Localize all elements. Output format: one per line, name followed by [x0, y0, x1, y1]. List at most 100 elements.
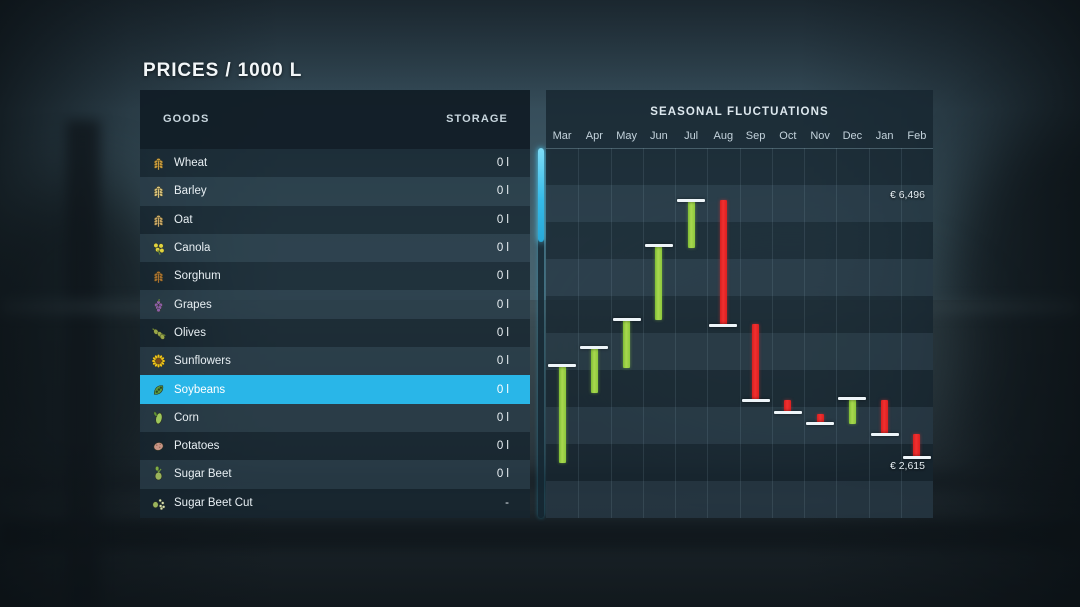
goods-row-sorghum[interactable]: Sorghum 0 l — [140, 262, 530, 290]
chart-grid-line — [578, 148, 579, 518]
month-label-nov: Nov — [810, 130, 830, 142]
goods-row-label: Canola — [174, 242, 211, 255]
candle-cap-nov — [806, 422, 835, 425]
goods-row-storage-value: 0 l — [496, 326, 509, 339]
goods-row-potatoes[interactable]: Potatoes 0 l — [140, 432, 530, 460]
goods-row-label: Olives — [174, 326, 206, 339]
chart-grid-line — [675, 148, 676, 518]
candle-cap-oct — [773, 411, 802, 414]
candle-cap-apr — [580, 346, 609, 349]
chart-title: SEASONAL FLUCTUATIONS — [650, 106, 829, 118]
goods-row-sugar-beet-cut[interactable]: Sugar Beet Cut - — [140, 489, 530, 517]
goods-list[interactable]: Wheat 0 l Barley 0 l Oat 0 l Canola 0 l Sorghum 0… — [140, 149, 530, 518]
goods-row-olives[interactable]: Olives 0 l — [140, 319, 530, 347]
chart-grid-line — [901, 148, 902, 518]
goods-row-grapes[interactable]: Grapes 0 l — [140, 290, 530, 319]
goods-scrollbar-thumb[interactable] — [538, 148, 544, 242]
price-min-label: € 2,615 — [889, 460, 925, 472]
seasonal-fluctuations-panel: SEASONAL FLUCTUATIONS Mar Apr May Jun Jul Aug… — [546, 90, 933, 518]
candle-cap-aug — [709, 324, 738, 327]
goods-row-storage-value: 0 l — [496, 440, 509, 453]
candle-cap-feb — [902, 456, 931, 459]
candle-cap-may — [612, 318, 641, 321]
wheat-icon — [150, 155, 167, 172]
candle-body-feb — [913, 434, 921, 457]
sugar-beet-cut-icon — [150, 494, 167, 511]
candle-cap-jan — [870, 433, 899, 436]
sorghum-icon — [150, 268, 167, 285]
goods-row-label: Sunflowers — [174, 355, 231, 368]
candle-cap-mar — [548, 364, 577, 367]
candle-body-aug — [719, 200, 727, 325]
candle-body-may — [623, 320, 631, 368]
chart-grid-line — [836, 148, 837, 518]
goods-row-storage-value: 0 l — [496, 270, 509, 283]
goods-row-storage-value: 0 l — [496, 157, 509, 170]
month-label-apr: Apr — [585, 130, 603, 142]
goods-row-storage-value: 0 l — [496, 411, 509, 424]
goods-row-label: Oat — [174, 213, 193, 226]
goods-row-storage-value: 0 l — [496, 468, 509, 481]
chart-grid-line — [643, 148, 644, 518]
goods-row-label: Corn — [174, 411, 199, 424]
goods-panel: GOODS STORAGE Wheat 0 l Barley 0 l Oat 0 l Can… — [140, 90, 530, 518]
chart-grid-line — [740, 148, 741, 518]
month-label-jan: Jan — [875, 130, 894, 142]
goods-row-sunflowers[interactable]: Sunflowers 0 l — [140, 347, 530, 376]
candle-body-apr — [590, 348, 598, 393]
sugar-beet-icon — [150, 466, 167, 483]
goods-scrollbar-track[interactable] — [538, 148, 544, 518]
goods-row-label: Grapes — [174, 298, 212, 311]
canola-icon — [150, 240, 167, 257]
goods-row-label: Soybeans — [174, 383, 226, 396]
chart-grid-line — [772, 148, 773, 518]
goods-row-storage-value: 0 l — [496, 298, 509, 311]
candle-body-sep — [752, 324, 760, 400]
page-title: PRICES / 1000 L — [143, 60, 303, 81]
candle-cap-dec — [838, 397, 867, 400]
goods-row-corn[interactable]: Corn 0 l — [140, 403, 530, 432]
goods-row-sugar-beet[interactable]: Sugar Beet 0 l — [140, 460, 530, 489]
oat-icon — [150, 211, 167, 228]
chart-grid-line — [804, 148, 805, 518]
goods-row-label: Sugar Beet Cut — [174, 496, 253, 509]
candle-body-jul — [687, 201, 695, 248]
chart-plot-area: € 6,496 € 2,615 — [546, 148, 933, 518]
goods-table-header: GOODS STORAGE — [140, 90, 530, 149]
goods-row-barley[interactable]: Barley 0 l — [140, 177, 530, 206]
goods-row-soybeans[interactable]: Soybeans 0 l — [140, 375, 530, 404]
chart-grid-line — [611, 148, 612, 518]
month-label-aug: Aug — [713, 130, 734, 142]
column-header-storage: STORAGE — [446, 113, 508, 125]
month-label-dec: Dec — [842, 130, 863, 142]
barley-icon — [150, 183, 167, 200]
potato-icon — [150, 438, 167, 455]
goods-row-label: Sugar Beet — [174, 468, 232, 481]
goods-row-storage-value: 0 l — [496, 242, 509, 255]
olives-icon — [150, 324, 167, 341]
candle-cap-jun — [644, 244, 673, 247]
chart-month-axis: Mar Apr May Jun Jul Aug Sep Oct Nov Dec Jan Feb — [546, 130, 933, 150]
goods-row-label: Wheat — [174, 157, 208, 170]
goods-row-wheat[interactable]: Wheat 0 l — [140, 149, 530, 177]
candle-body-jun — [655, 246, 663, 320]
candle-body-mar — [558, 366, 566, 463]
candle-body-jan — [881, 400, 889, 434]
month-label-jun: Jun — [649, 130, 668, 142]
month-label-sep: Sep — [745, 130, 766, 142]
month-label-oct: Oct — [779, 130, 797, 142]
corn-icon — [150, 409, 167, 426]
goods-row-canola[interactable]: Canola 0 l — [140, 233, 530, 263]
goods-row-label: Potatoes — [174, 440, 220, 453]
month-label-jul: Jul — [684, 130, 699, 142]
goods-row-storage-value: 0 l — [496, 383, 509, 396]
column-header-goods: GOODS — [163, 113, 210, 125]
month-label-feb: Feb — [907, 130, 927, 142]
goods-row-oat[interactable]: Oat 0 l — [140, 206, 530, 234]
goods-row-storage-value: 0 l — [496, 213, 509, 226]
goods-row-storage-value: - — [505, 496, 509, 509]
goods-row-storage-value: 0 l — [496, 355, 509, 368]
candle-cap-sep — [741, 399, 770, 402]
sunflower-icon — [150, 353, 167, 370]
goods-row-storage-value: 0 l — [496, 185, 509, 198]
